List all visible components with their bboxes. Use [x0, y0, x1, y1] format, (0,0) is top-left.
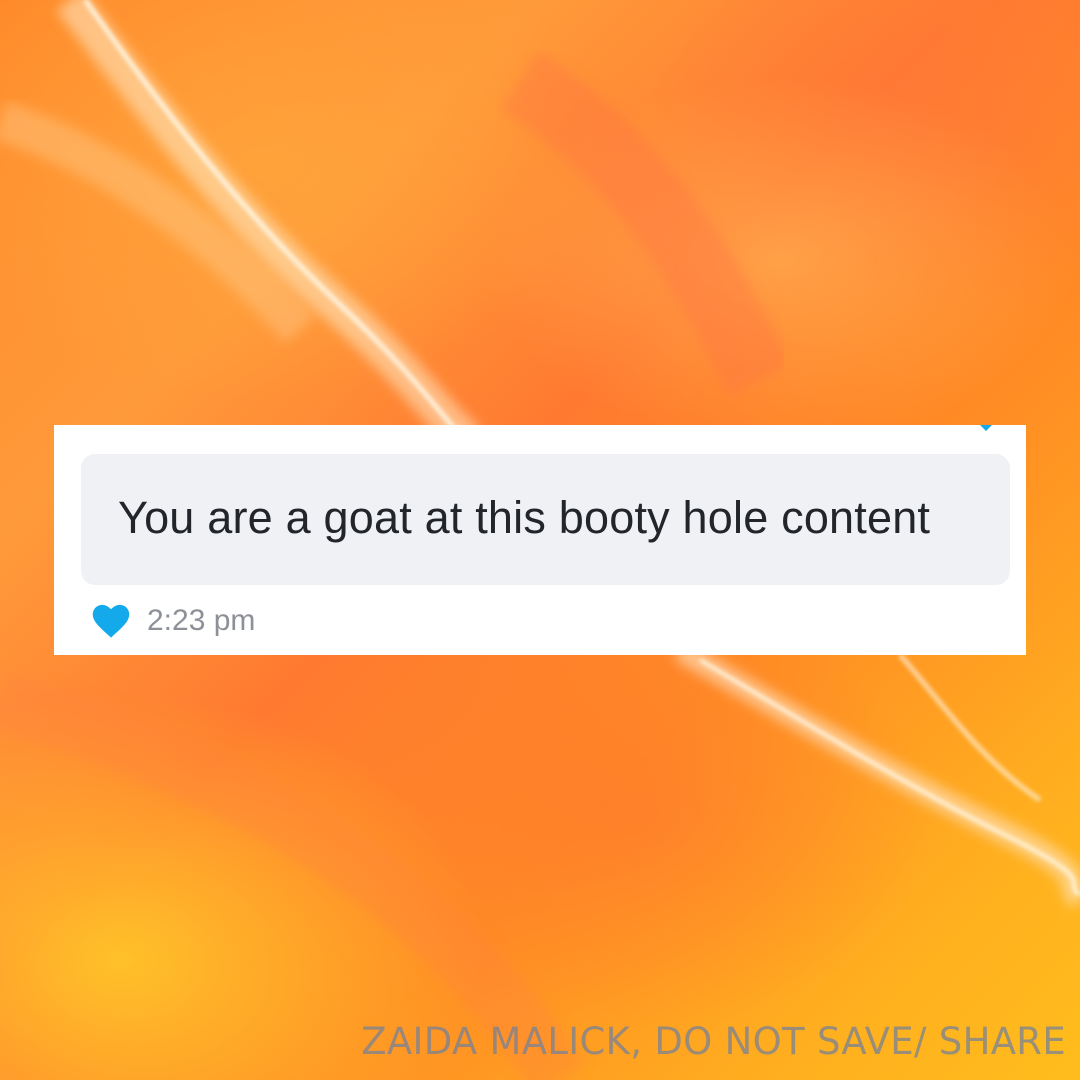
message-text: You are a goat at this booty hole conten…: [118, 492, 931, 543]
message-timestamp: 2:23 pm: [147, 604, 256, 637]
message-meta-row: 2:23 pm: [92, 596, 255, 646]
message-card: You are a goat at this booty hole conten…: [54, 425, 1026, 655]
message-bubble[interactable]: You are a goat at this booty hole conten…: [81, 454, 1010, 585]
heart-icon[interactable]: [92, 603, 130, 639]
watermark-text: ZAIDA MALICK, DO NOT SAVE/ SHARE: [361, 1020, 1066, 1063]
chevron-down-icon: [980, 425, 992, 431]
